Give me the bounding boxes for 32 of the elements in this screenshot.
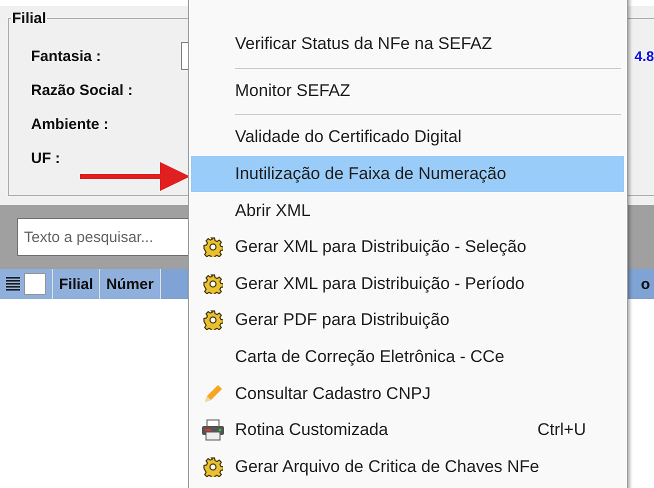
header-cell[interactable] xyxy=(0,269,53,299)
column-header[interactable]: Filial xyxy=(53,269,100,299)
arrow-icon xyxy=(80,162,190,192)
column-header[interactable]: o xyxy=(640,276,654,292)
menu-item[interactable]: Gerar Arquivo de Critica de Chaves NFe xyxy=(191,448,624,486)
menu-item[interactable]: Inutilização de Faixa de Numeração xyxy=(191,156,624,192)
field-label: Razão Social : xyxy=(31,82,134,98)
menu-item[interactable]: Gerar XML para Distribuição - Seleção xyxy=(191,228,624,266)
pencil-icon xyxy=(202,382,224,405)
field-value: 4.8 xyxy=(634,48,654,64)
gear-icon xyxy=(203,274,223,294)
gear-icon xyxy=(203,237,223,258)
gear-icon xyxy=(203,456,223,477)
search-field[interactable]: Texto a pesquisar... xyxy=(17,218,189,256)
menu-item[interactable]: Validade do Certificado Digital xyxy=(191,119,624,156)
menu-item[interactable]: Consultar Cadastro CNPJ xyxy=(191,375,624,412)
menu-item[interactable]: Gerar PDF para Distribuição xyxy=(191,302,624,339)
menu-item[interactable]: Rotina Customizada Ctrl+U xyxy=(191,412,624,449)
list-icon xyxy=(6,277,20,291)
group-title: Filial xyxy=(11,10,48,27)
field-label: Ambiente : xyxy=(31,116,110,132)
menu-item[interactable]: Verificar Status da NFe na SEFAZ xyxy=(191,26,624,63)
printer-icon xyxy=(201,419,225,442)
menu-item[interactable]: Carta de Correção Eletrônica - CCe xyxy=(191,338,624,376)
field-label: Fantasia : xyxy=(31,48,102,64)
menu-item[interactable]: Monitor SEFAZ xyxy=(191,72,624,110)
gear-icon xyxy=(203,310,223,330)
checkbox[interactable] xyxy=(24,273,46,295)
field-label: UF : xyxy=(31,150,62,166)
menu-item[interactable]: Gerar XML para Distribuição - Período xyxy=(191,266,624,302)
column-header[interactable]: Númer xyxy=(100,269,161,299)
menu-item[interactable]: Abrir XML xyxy=(191,192,624,229)
